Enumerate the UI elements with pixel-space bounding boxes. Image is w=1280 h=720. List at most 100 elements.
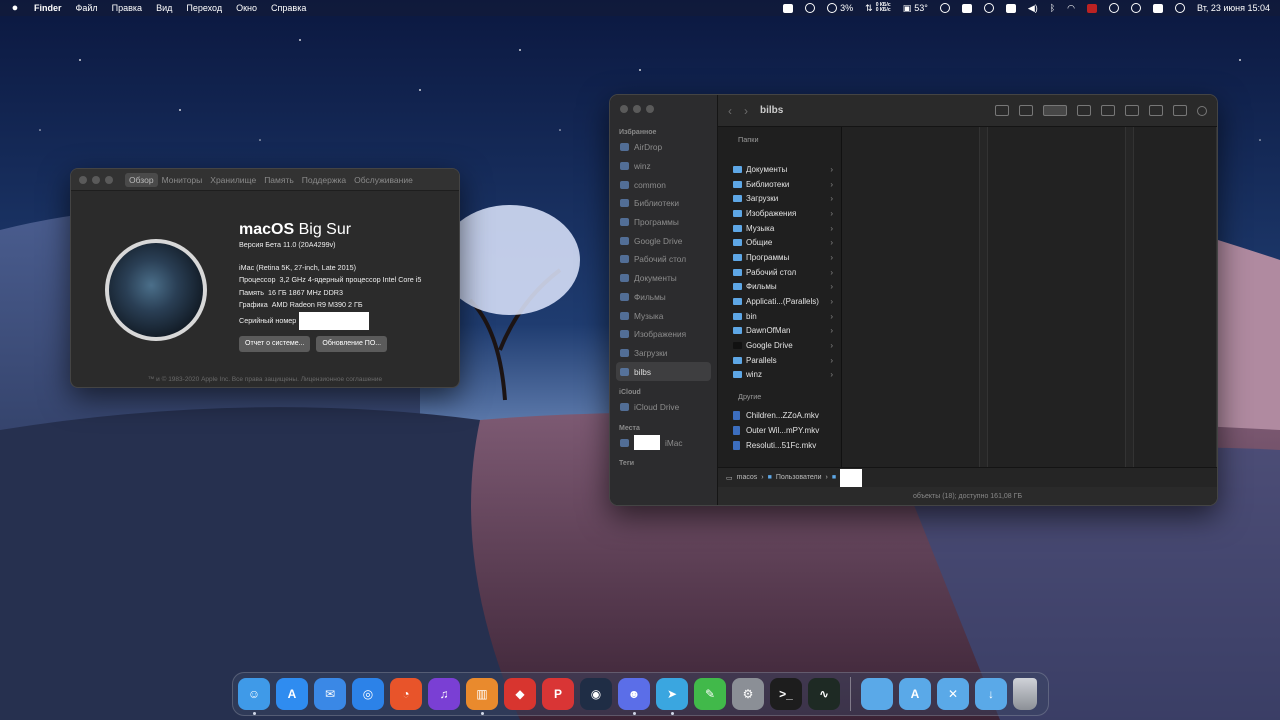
list-item[interactable]: DawnOfMan ›: [718, 324, 841, 339]
list-item[interactable]: Музыка ›: [718, 221, 841, 236]
column-view-icon[interactable]: [1043, 105, 1067, 116]
path-item-macos[interactable]: macos: [737, 474, 758, 481]
list-item[interactable]: Outer Wil...mPY.mkv: [718, 423, 841, 438]
tab-displays[interactable]: Мониторы: [158, 173, 207, 187]
back-icon[interactable]: ‹: [728, 104, 732, 118]
tab-support[interactable]: Поддержка: [298, 173, 350, 187]
tab-service[interactable]: Обслуживание: [350, 173, 417, 187]
tab-overview[interactable]: Обзор: [125, 172, 158, 187]
zoom-button[interactable]: [105, 175, 113, 184]
list-item[interactable]: Фильмы ›: [718, 280, 841, 295]
apple-menu-icon[interactable]: ●: [10, 2, 20, 14]
steam-tray-icon[interactable]: [983, 3, 994, 13]
path-item-users[interactable]: Пользователи: [776, 474, 822, 481]
vpn-shield-icon[interactable]: [1005, 3, 1016, 13]
list-item[interactable]: Applicati...(Parallels) ›: [718, 294, 841, 309]
menu-go[interactable]: Переход: [186, 3, 222, 13]
activity-monitor-icon[interactable]: ∿: [808, 678, 840, 710]
icon-view-icon[interactable]: [995, 105, 1009, 116]
system-preferences-icon[interactable]: ⚙: [732, 678, 764, 710]
system-report-button[interactable]: Отчет о системе...: [239, 335, 311, 352]
safari-icon[interactable]: ◎: [352, 678, 384, 710]
menu-file[interactable]: Файл: [76, 3, 98, 13]
list-item[interactable]: Загрузки ›: [718, 191, 841, 206]
wifi-icon[interactable]: ◠: [1067, 3, 1075, 14]
list-item[interactable]: Программы ›: [718, 250, 841, 265]
app-store-icon[interactable]: A: [276, 678, 308, 710]
tag-icon[interactable]: [1149, 105, 1163, 116]
discord-icon[interactable]: ☻: [618, 678, 650, 715]
list-item[interactable]: Google Drive ›: [718, 338, 841, 353]
folder-stack-icon[interactable]: [861, 678, 893, 710]
list-item[interactable]: Документы ›: [718, 162, 841, 177]
sidebar-item-airdrop[interactable]: AirDrop: [610, 138, 717, 157]
list-item[interactable]: winz ›: [718, 368, 841, 383]
sidebar-item-common[interactable]: common: [610, 175, 717, 194]
sidebar-item-icloud-drive[interactable]: iCloud Drive: [610, 398, 717, 417]
speedometer-icon[interactable]: [805, 3, 816, 13]
menu-window[interactable]: Окно: [236, 3, 257, 13]
pinterest-icon[interactable]: P: [542, 678, 574, 710]
sidebar-item-desktop[interactable]: Рабочий стол: [610, 250, 717, 269]
utilities-folder-icon[interactable]: ✕: [937, 678, 969, 710]
time-machine-icon[interactable]: [1109, 3, 1120, 13]
red-box-icon[interactable]: ◆: [504, 678, 536, 710]
list-item[interactable]: Рабочий стол ›: [718, 265, 841, 280]
column-divider[interactable]: [1126, 127, 1134, 467]
list-item[interactable]: Resoluti...51Fc.mkv: [718, 438, 841, 453]
software-update-button[interactable]: Обновление ПО...: [316, 335, 388, 352]
close-button[interactable]: [79, 175, 87, 184]
music-icon[interactable]: ♫: [428, 678, 460, 710]
list-item[interactable]: Изображения ›: [718, 206, 841, 221]
volume-icon[interactable]: ◀): [1028, 3, 1038, 14]
gallery-view-icon[interactable]: [1077, 105, 1091, 116]
radio-icon[interactable]: ▥: [466, 678, 498, 715]
menu-edit[interactable]: Правка: [112, 3, 142, 13]
list-item[interactable]: Children...ZZoA.mkv: [718, 408, 841, 423]
sidebar-item-pictures[interactable]: Изображения: [610, 325, 717, 344]
list-item[interactable]: Parallels ›: [718, 353, 841, 368]
sidebar-item-downloads[interactable]: Загрузки: [610, 344, 717, 363]
list-view-icon[interactable]: [1019, 105, 1033, 116]
menu-help[interactable]: Справка: [271, 3, 306, 13]
more-actions-icon[interactable]: [1173, 105, 1187, 116]
tab-memory[interactable]: Память: [260, 173, 298, 187]
zoom-button[interactable]: [646, 105, 654, 113]
bluetooth-icon[interactable]: ᛒ: [1050, 3, 1055, 13]
temperature-indicator[interactable]: ▣ 53°: [903, 3, 928, 14]
sidebar-item-movies[interactable]: Фильмы: [610, 288, 717, 307]
applications-folder-icon[interactable]: A: [899, 678, 931, 710]
close-button[interactable]: [620, 105, 628, 113]
minimize-button[interactable]: [633, 105, 641, 113]
sidebar-item-music[interactable]: Музыка: [610, 306, 717, 325]
share-icon[interactable]: [1125, 105, 1139, 116]
headphones-icon[interactable]: [961, 3, 972, 13]
sidebar-item-google-drive[interactable]: Google Drive: [610, 231, 717, 250]
spotlight-search-icon[interactable]: [1131, 3, 1142, 13]
finder-icon[interactable]: ☺: [238, 678, 270, 715]
list-item[interactable]: Общие ›: [718, 235, 841, 250]
search-icon[interactable]: [1197, 105, 1207, 116]
sidebar-item-bilbs[interactable]: bilbs: [616, 362, 711, 381]
downloads-folder-icon[interactable]: ↓: [975, 678, 1007, 710]
terminal-icon[interactable]: >_: [770, 678, 802, 710]
battery-indicator[interactable]: 3%: [827, 3, 853, 13]
sidebar-item-libraries[interactable]: Библиотеки: [610, 194, 717, 213]
cloud-icon[interactable]: [939, 3, 950, 13]
mail-icon[interactable]: ✉: [314, 678, 346, 710]
list-item[interactable]: bin ›: [718, 309, 841, 324]
menu-view[interactable]: Вид: [156, 3, 172, 13]
siri-icon[interactable]: [1175, 3, 1186, 13]
messages-icon[interactable]: ✎: [694, 678, 726, 710]
steam-icon[interactable]: ◉: [580, 678, 612, 710]
control-center-icon[interactable]: [1153, 3, 1164, 13]
minimize-button[interactable]: [92, 175, 100, 184]
sidebar-item-applications[interactable]: Программы: [610, 213, 717, 232]
us-flag-icon[interactable]: [1087, 3, 1098, 13]
app-menu-finder[interactable]: Finder: [34, 3, 62, 13]
forward-icon[interactable]: ›: [744, 104, 748, 118]
sidebar-item-imac[interactable]: iMac: [610, 434, 717, 453]
network-monitor[interactable]: ⇅ 0 КБ/с 0 КБ/с: [865, 3, 891, 14]
group-icon[interactable]: [1101, 105, 1115, 116]
clock-text[interactable]: Вт, 23 июня 15:04: [1197, 3, 1270, 13]
